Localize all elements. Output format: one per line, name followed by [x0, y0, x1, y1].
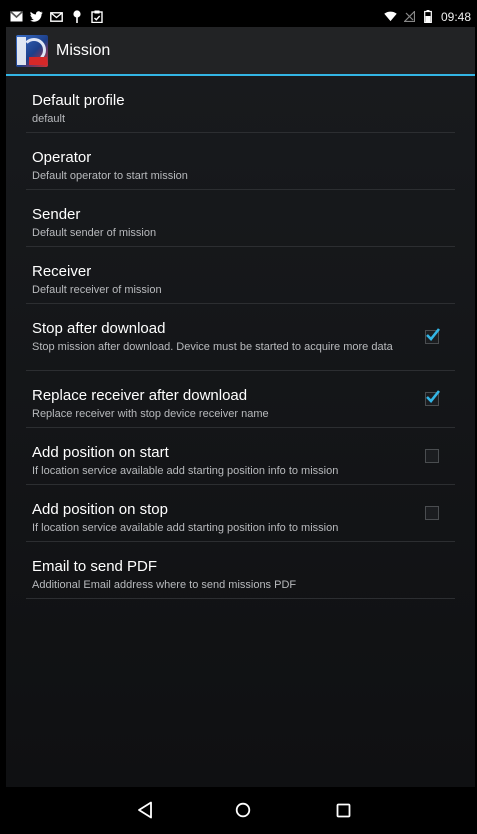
pref-text: Sender Default sender of mission — [26, 195, 455, 241]
replace-receiver-checkbox[interactable] — [425, 390, 441, 406]
recents-icon[interactable] — [332, 799, 354, 821]
pref-receiver[interactable]: Receiver Default receiver of mission — [26, 247, 455, 304]
pref-replace-receiver[interactable]: Replace receiver after download Replace … — [26, 371, 455, 428]
pref-title: Receiver — [32, 263, 92, 280]
wifi-icon — [384, 10, 397, 23]
action-bar: Mission — [6, 27, 475, 76]
clipboard-icon — [90, 10, 103, 23]
pref-add-position-stop[interactable]: Add position on stop If location service… — [26, 485, 455, 542]
mail-icon — [50, 10, 63, 23]
no-signal-icon — [403, 10, 416, 23]
pref-text: Default profile default — [26, 81, 455, 127]
status-bar: 09:48 — [6, 6, 475, 27]
back-icon[interactable] — [134, 799, 156, 821]
pref-title: Stop after download — [32, 320, 166, 337]
pref-title: Sender — [32, 206, 81, 223]
pref-summary: default — [32, 113, 66, 125]
pref-title: Email to send PDF — [32, 558, 158, 575]
pref-sender[interactable]: Sender Default sender of mission — [26, 190, 455, 247]
pref-summary: If location service available add starti… — [32, 522, 339, 534]
add-position-start-checkbox[interactable] — [425, 449, 439, 463]
pref-summary: Default receiver of mission — [32, 284, 162, 296]
pref-text: Add position on start If location servic… — [26, 433, 405, 479]
app-logo-icon[interactable] — [16, 34, 48, 67]
pref-text: Operator Default operator to start missi… — [26, 138, 455, 184]
pref-title: Operator — [32, 149, 92, 166]
pref-summary: Stop mission after download. Device must… — [32, 341, 393, 353]
pref-summary: If location service available add starti… — [32, 465, 339, 477]
pref-email-pdf[interactable]: Email to send PDF Additional Email addre… — [26, 542, 455, 599]
pref-default-profile[interactable]: Default profile default — [26, 76, 455, 133]
battery-icon — [422, 10, 435, 23]
pref-text: Stop after download Stop mission after d… — [26, 319, 405, 355]
pref-summary: Additional Email address where to send m… — [32, 579, 297, 591]
system-status: 09:48 — [384, 10, 475, 24]
home-icon[interactable] — [232, 799, 254, 821]
location-pin-icon — [70, 10, 83, 23]
notification-icons — [6, 10, 103, 23]
pref-summary: Default sender of mission — [32, 227, 157, 239]
pref-stop-after-download[interactable]: Stop after download Stop mission after d… — [26, 304, 455, 371]
preferences-screen: Default profile default Operator Default… — [6, 76, 475, 787]
navigation-bar — [6, 787, 475, 834]
page-title: Mission — [56, 41, 111, 59]
gmail-icon — [10, 10, 23, 23]
pref-add-position-start[interactable]: Add position on start If location servic… — [26, 428, 455, 485]
checkmark-icon — [426, 328, 441, 341]
pref-operator[interactable]: Operator Default operator to start missi… — [26, 133, 455, 190]
pref-text: Add position on stop If location service… — [26, 490, 405, 536]
pref-title: Replace receiver after download — [32, 387, 248, 404]
pref-title: Add position on stop — [32, 501, 168, 518]
stop-after-download-checkbox[interactable] — [425, 328, 441, 344]
checkmark-icon — [426, 390, 441, 403]
twitter-icon — [30, 10, 43, 23]
pref-text: Receiver Default receiver of mission — [26, 252, 455, 298]
preference-list: Default profile default Operator Default… — [26, 76, 455, 599]
pref-summary: Replace receiver with stop device receiv… — [32, 408, 269, 420]
pref-summary: Default operator to start mission — [32, 170, 188, 182]
pref-text: Email to send PDF Additional Email addre… — [26, 547, 455, 593]
pref-title: Default profile — [32, 92, 125, 109]
pref-title: Add position on start — [32, 444, 169, 461]
screen: 09:48 Mission Default profile default Op… — [0, 0, 477, 834]
clock: 09:48 — [440, 9, 471, 24]
pref-text: Replace receiver after download Replace … — [26, 376, 405, 422]
add-position-stop-checkbox[interactable] — [425, 506, 439, 520]
